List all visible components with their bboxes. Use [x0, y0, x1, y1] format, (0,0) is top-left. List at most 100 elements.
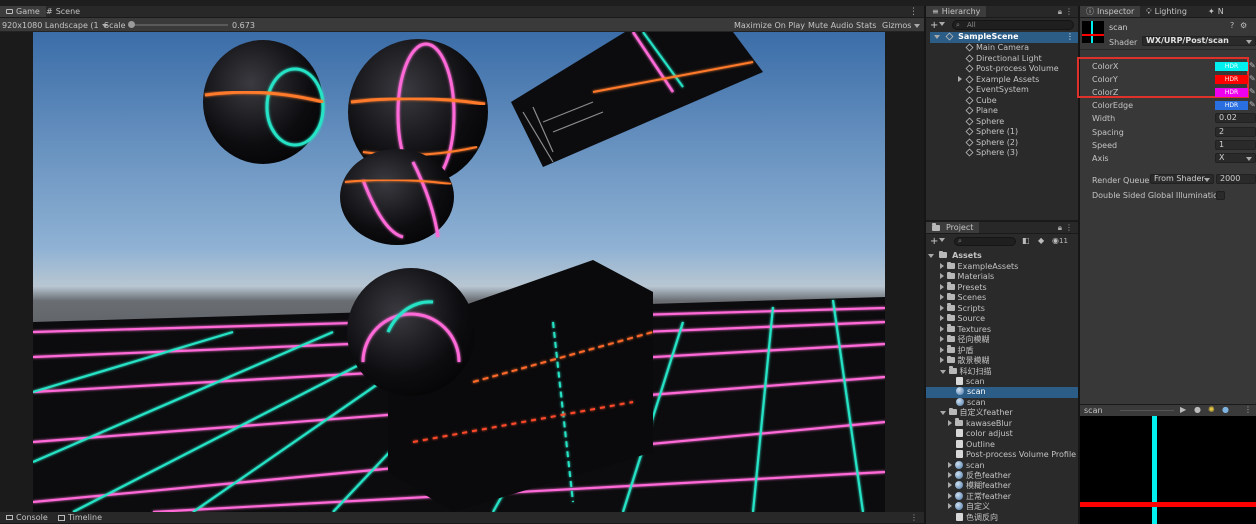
project-folder[interactable]: 护盾: [926, 345, 1078, 357]
tab-lighting[interactable]: 💡︎ Lighting: [1140, 6, 1193, 17]
project-folder[interactable]: ExampleAssets: [926, 261, 1078, 273]
render-queue-dropdown[interactable]: From Shader: [1150, 174, 1214, 184]
console-menu-icon[interactable]: ⋮: [910, 513, 918, 522]
settings-icon[interactable]: ⚙: [1240, 21, 1247, 30]
eyedropper-icon[interactable]: ✎: [1249, 61, 1256, 70]
project-asset[interactable]: scan: [926, 460, 1078, 472]
grid-icon: #: [46, 7, 53, 16]
scene-menu-icon[interactable]: ⋮: [1066, 32, 1074, 43]
project-folder[interactable]: 径向模糊: [926, 334, 1078, 346]
tab-inspector[interactable]: ⓘ Inspector: [1080, 6, 1141, 17]
project-asset[interactable]: Post-process Volume Profile: [926, 450, 1078, 461]
play-icon[interactable]: ▶: [1180, 405, 1186, 414]
hierarchy-item[interactable]: Sphere (1): [926, 127, 1078, 138]
project-asset[interactable]: color adjust: [926, 429, 1078, 440]
tab-scene[interactable]: # Scene: [40, 6, 86, 17]
hierarchy-item[interactable]: Main Camera: [926, 43, 1078, 54]
project-folder[interactable]: Materials: [926, 271, 1078, 283]
sphere-preview-icon[interactable]: ●: [1194, 405, 1201, 414]
property-value-field[interactable]: 1: [1215, 139, 1256, 150]
project-folder[interactable]: Scripts: [926, 303, 1078, 315]
preview-menu-icon[interactable]: ⋮: [1244, 405, 1252, 414]
lock-icon[interactable]: 🔒︎: [1058, 7, 1062, 17]
game-toolbar: 920x1080 Landscape (1 Scale 0.673 Maximi…: [0, 18, 924, 32]
project-search-input[interactable]: ⌕: [954, 237, 1016, 246]
project-asset[interactable]: 正常feather: [926, 491, 1078, 503]
hierarchy-search-input[interactable]: ⌕ All: [952, 20, 1074, 30]
project-folder[interactable]: Source: [926, 313, 1078, 325]
filter-by-label-icon[interactable]: ◆: [1038, 236, 1044, 245]
eyedropper-icon[interactable]: ✎: [1249, 74, 1256, 83]
eyedropper-icon[interactable]: ✎: [1249, 100, 1256, 109]
tab-console[interactable]: Console: [0, 512, 54, 523]
project-asset[interactable]: scan: [926, 376, 1078, 388]
color-swatch[interactable]: HDR: [1215, 101, 1248, 111]
filter-by-type-icon[interactable]: ◧: [1022, 236, 1030, 245]
folder-icon: [932, 223, 940, 231]
project-folder[interactable]: 科幻扫描: [926, 366, 1078, 378]
visibility-icon[interactable]: ◉11: [1052, 236, 1068, 245]
property-label: ColorEdge: [1092, 101, 1134, 111]
project-folder[interactable]: 散景模糊: [926, 355, 1078, 367]
folder-icon: [946, 334, 955, 343]
preview-mesh-icon[interactable]: ●: [1222, 405, 1229, 414]
axis-dropdown[interactable]: X: [1215, 152, 1256, 163]
tab-hierarchy[interactable]: ≡ Hierarchy: [926, 6, 987, 17]
hierarchy-item[interactable]: Sphere (2): [926, 138, 1078, 149]
hierarchy-item[interactable]: Sphere (3): [926, 148, 1078, 159]
mute-audio-button[interactable]: Mute Audio: [808, 21, 853, 30]
project-asset[interactable]: kawaseBlur: [926, 418, 1078, 430]
color-swatch[interactable]: HDR: [1215, 75, 1248, 85]
scene-row[interactable]: SampleScene ⋮: [930, 32, 1078, 43]
tab-game[interactable]: Game: [0, 6, 46, 17]
property-value-field[interactable]: 0.02: [1215, 113, 1256, 124]
gizmos-dropdown[interactable]: Gizmos: [882, 21, 921, 30]
maximize-on-play-button[interactable]: Maximize On Play: [734, 21, 805, 30]
project-asset[interactable]: 反色feather: [926, 471, 1078, 482]
project-asset[interactable]: scan: [926, 387, 1078, 398]
game-menu-icon[interactable]: ⋮: [909, 7, 918, 17]
add-icon[interactable]: +: [930, 20, 946, 31]
lock-icon[interactable]: 🔒︎: [1058, 223, 1062, 233]
render-queue-value[interactable]: 2000: [1216, 174, 1256, 184]
project-folder[interactable]: Scenes: [926, 292, 1078, 304]
hierarchy-menu-icon[interactable]: ⋮: [1065, 7, 1073, 16]
project-menu-icon[interactable]: ⋮: [1065, 223, 1073, 232]
hierarchy-item[interactable]: Sphere: [926, 117, 1078, 128]
light-icon[interactable]: ✺: [1208, 405, 1215, 414]
color-swatch[interactable]: HDR: [1215, 62, 1248, 71]
project-folder[interactable]: 自定义feather: [926, 407, 1078, 419]
hierarchy-item[interactable]: Example Assets: [926, 75, 1078, 86]
scale-slider-handle[interactable]: [128, 21, 135, 28]
hierarchy-item[interactable]: Cube: [926, 96, 1078, 107]
render-queue-label: Render Queue: [1092, 176, 1150, 185]
hierarchy-item[interactable]: Post-process Volume: [926, 64, 1078, 75]
eyedropper-icon[interactable]: ✎: [1249, 87, 1256, 96]
project-asset[interactable]: 色调反向: [926, 512, 1078, 524]
project-folder[interactable]: Textures: [926, 324, 1078, 336]
chevron-right-icon: [958, 75, 962, 82]
add-icon[interactable]: +: [930, 236, 946, 247]
project-asset[interactable]: 模糊feather: [926, 481, 1078, 492]
project-asset[interactable]: Outline: [926, 439, 1078, 451]
project-folder[interactable]: Presets: [926, 282, 1078, 294]
color-swatch[interactable]: HDR: [1215, 88, 1248, 98]
prefab-icon: [955, 471, 963, 479]
hierarchy-item[interactable]: EventSystem: [926, 85, 1078, 96]
tab-navigation[interactable]: ✦ N: [1202, 6, 1230, 17]
resolution-dropdown[interactable]: 920x1080 Landscape (1: [2, 21, 108, 30]
assets-root-row[interactable]: Assets: [928, 250, 1078, 262]
tab-timeline[interactable]: Timeline: [52, 512, 108, 523]
project-asset[interactable]: 自定义: [926, 502, 1078, 513]
game-viewport[interactable]: [33, 32, 885, 512]
stats-button[interactable]: Stats: [856, 21, 876, 30]
scale-slider[interactable]: [128, 21, 228, 28]
project-asset[interactable]: scan: [926, 397, 1078, 409]
property-value-field[interactable]: 2: [1215, 126, 1256, 137]
hierarchy-item[interactable]: Directional Light: [926, 54, 1078, 65]
double-sided-gi-checkbox[interactable]: [1216, 191, 1225, 200]
help-icon[interactable]: ?: [1230, 21, 1234, 30]
shader-dropdown[interactable]: WX/URP/Post/scan: [1142, 36, 1256, 46]
tab-project[interactable]: Project: [926, 222, 980, 233]
hierarchy-item[interactable]: Plane: [926, 106, 1078, 117]
